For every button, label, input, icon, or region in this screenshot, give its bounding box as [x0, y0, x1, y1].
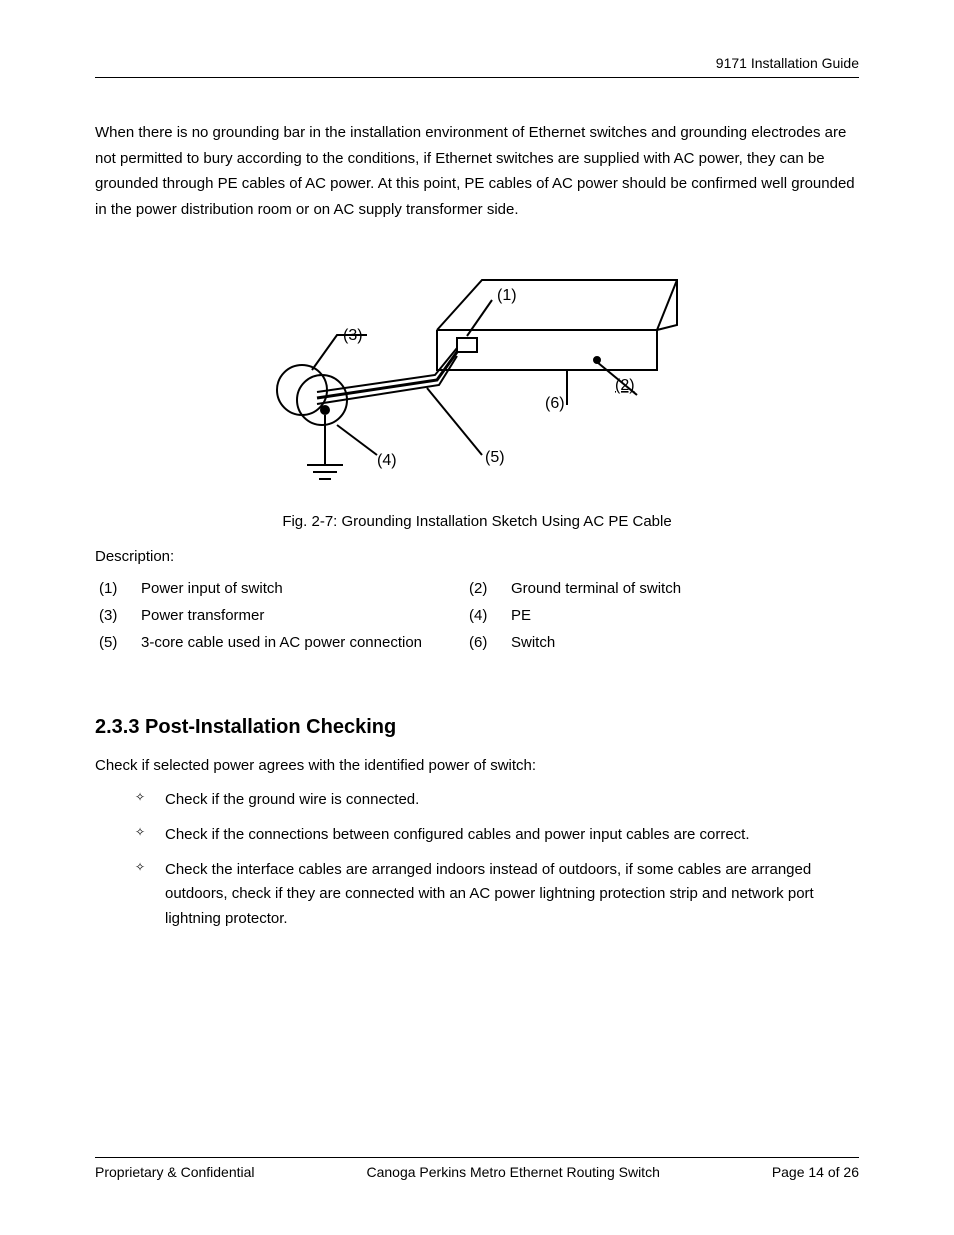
diamond-bullet-icon: ✧	[135, 823, 145, 843]
list-text: Check if the connections between configu…	[165, 826, 750, 843]
footer-right: Page 14 of 26	[772, 1164, 859, 1180]
section-heading: 2.3.3 Post-Installation Checking	[95, 716, 859, 739]
list-text: Check the interface cables are arranged …	[165, 861, 814, 928]
desc-num: (6)	[465, 629, 507, 656]
footer-left: Proprietary & Confidential	[95, 1164, 255, 1180]
description-label: Description:	[95, 548, 859, 565]
desc-text: Power transformer	[137, 602, 465, 629]
desc-text: PE	[507, 602, 859, 629]
figure-diagram: (1) (2) (6)	[95, 240, 859, 499]
footer-center: Canoga Perkins Metro Ethernet Routing Sw…	[366, 1164, 659, 1180]
header-title: 9171 Installation Guide	[716, 55, 859, 71]
list-text: Check if the ground wire is connected.	[165, 791, 419, 808]
intro-paragraph: When there is no grounding bar in the in…	[95, 120, 859, 222]
table-row: (3) Power transformer (4) PE	[95, 602, 859, 629]
diamond-bullet-icon: ✧	[135, 858, 145, 878]
desc-num: (1)	[95, 575, 137, 602]
desc-text: Switch	[507, 629, 859, 656]
desc-text: 3-core cable used in AC power connection	[137, 629, 465, 656]
callout-5: (5)	[485, 449, 505, 466]
page: 9171 Installation Guide When there is no…	[0, 0, 954, 1235]
check-list: ✧ Check if the ground wire is connected.…	[95, 788, 859, 932]
diamond-bullet-icon: ✧	[135, 788, 145, 808]
desc-text: Ground terminal of switch	[507, 575, 859, 602]
page-footer: Proprietary & Confidential Canoga Perkin…	[95, 1157, 859, 1180]
table-row: (1) Power input of switch (2) Ground ter…	[95, 575, 859, 602]
callout-6: (6)	[545, 395, 565, 412]
callout-2: (2)	[615, 377, 635, 394]
description-table: (1) Power input of switch (2) Ground ter…	[95, 575, 859, 656]
list-item: ✧ Check if the connections between confi…	[135, 823, 859, 848]
desc-num: (3)	[95, 602, 137, 629]
table-row: (5) 3-core cable used in AC power connec…	[95, 629, 859, 656]
figure-caption: Fig. 2-7: Grounding Installation Sketch …	[95, 513, 859, 530]
desc-num: (4)	[465, 602, 507, 629]
list-item: ✧ Check the interface cables are arrange…	[135, 858, 859, 932]
page-header: 9171 Installation Guide	[95, 55, 859, 78]
list-item: ✧ Check if the ground wire is connected.	[135, 788, 859, 813]
callout-1: (1)	[497, 287, 517, 304]
callout-3: (3)	[343, 327, 363, 344]
desc-num: (2)	[465, 575, 507, 602]
desc-text: Power input of switch	[137, 575, 465, 602]
callout-4: (4)	[377, 452, 397, 469]
section-intro: Check if selected power agrees with the …	[95, 754, 859, 778]
desc-num: (5)	[95, 629, 137, 656]
